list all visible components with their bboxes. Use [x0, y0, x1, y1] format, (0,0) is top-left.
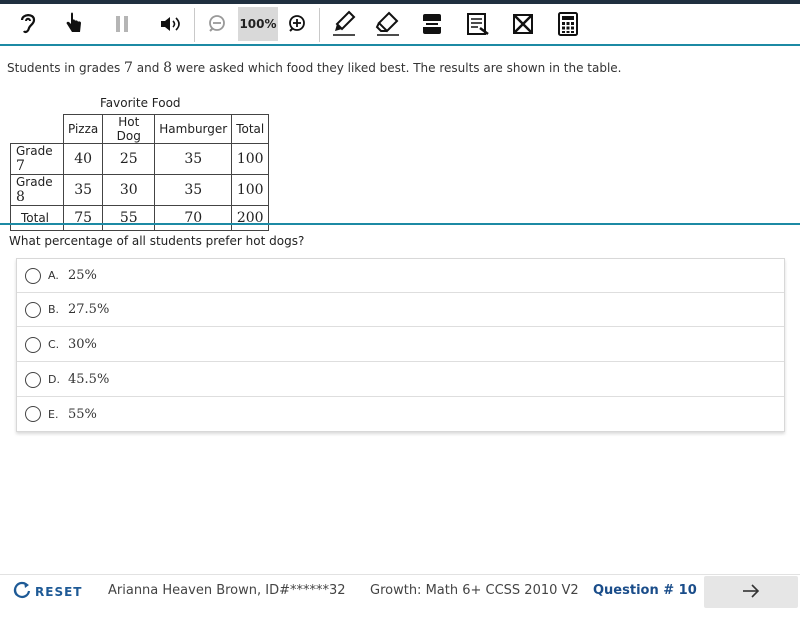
stem-text: were asked which food they liked best. T… — [172, 61, 622, 75]
choice-letter: B. — [48, 303, 60, 316]
table-row: Grade 7 40 25 35 100 — [10, 143, 270, 175]
choice-letter: C. — [48, 338, 60, 351]
next-button[interactable] — [704, 576, 798, 608]
toolbar-divider — [319, 8, 320, 42]
choice-text: 55% — [68, 406, 97, 422]
table-cell: 35 — [154, 143, 233, 175]
row-header: Total — [10, 205, 64, 231]
footer-divider — [0, 574, 800, 575]
answer-choice-d[interactable]: D. 45.5% — [17, 363, 784, 397]
table-cell: 25 — [102, 143, 156, 175]
answer-choice-a[interactable]: A. 25% — [17, 259, 784, 293]
answer-choice-e[interactable]: E. 55% — [17, 397, 784, 431]
pause-icon[interactable] — [104, 6, 140, 42]
hand-pointer-icon[interactable] — [56, 6, 92, 42]
table-cell: 100 — [231, 174, 270, 206]
answer-choice-c[interactable]: C. 30% — [17, 328, 784, 362]
reset-button[interactable]: RESET — [12, 580, 82, 604]
ear-icon[interactable] — [10, 6, 46, 42]
eraser-icon[interactable] — [370, 6, 406, 42]
favorite-food-table: Pizza Hot Dog Hamburger Total Grade 7 40… — [10, 114, 270, 231]
radio-button[interactable] — [25, 301, 41, 318]
toolbar: 100% — [0, 4, 800, 44]
choice-text: 45.5% — [68, 372, 110, 387]
choice-text: 27.5% — [68, 302, 110, 317]
eliminate-answer-icon[interactable] — [505, 6, 541, 42]
radio-button[interactable] — [25, 371, 41, 388]
column-header: Hamburger — [154, 114, 233, 144]
table-cell: 35 — [154, 174, 233, 206]
table-cell: 70 — [154, 205, 233, 231]
choice-letter: E. — [48, 407, 59, 421]
stem-divider-line — [0, 223, 800, 225]
zoom-in-icon[interactable] — [279, 6, 315, 42]
table-cell: 55 — [102, 205, 156, 231]
table-row: Grade 8 35 30 35 100 — [10, 174, 270, 206]
radio-button[interactable] — [25, 267, 41, 284]
question-number: Question # 10 — [593, 583, 697, 598]
line-reader-icon[interactable] — [414, 6, 450, 42]
table-cell: 35 — [62, 174, 104, 206]
toolbar-divider-line — [0, 44, 800, 46]
row-header: Grade 8 — [10, 174, 64, 206]
answer-choices: A. 25% B. 27.5% C. 30% D. 45.5% E. 55% — [16, 258, 785, 432]
stem-text: Students in grades — [7, 61, 125, 75]
choice-letter: D. — [48, 373, 60, 386]
table-cell: 100 — [231, 143, 270, 175]
test-name: Growth: Math 6+ CCSS 2010 V2 — [370, 583, 579, 598]
calculator-icon[interactable] — [550, 6, 586, 42]
row-header: Grade 7 — [10, 143, 64, 175]
notepad-icon[interactable] — [460, 6, 496, 42]
table-cell: 40 — [62, 143, 104, 175]
toolbar-divider — [194, 8, 195, 42]
highlighter-icon[interactable] — [326, 6, 362, 42]
choice-text: 30% — [68, 337, 97, 352]
answer-choice-b[interactable]: B. 27.5% — [17, 293, 784, 327]
table-cell: 200 — [231, 205, 270, 231]
column-header: Total — [231, 114, 270, 144]
reset-icon — [12, 580, 32, 604]
question-stem: Students in grades 7 and 8 were asked wh… — [7, 60, 622, 76]
question-prompt: What percentage of all students prefer h… — [9, 234, 305, 248]
table-cell: 75 — [62, 205, 104, 231]
table-cell: 30 — [102, 174, 156, 206]
table-row: Total 75 55 70 200 — [10, 205, 270, 231]
column-header: Hot Dog — [102, 114, 156, 144]
table-header-row: Pizza Hot Dog Hamburger Total — [11, 114, 270, 144]
speaker-icon[interactable] — [153, 6, 189, 42]
zoom-level: 100% — [238, 7, 278, 41]
choice-text: 25% — [68, 268, 97, 283]
radio-button[interactable] — [25, 336, 41, 353]
arrow-right-icon — [742, 583, 760, 602]
radio-button[interactable] — [25, 406, 41, 422]
stem-grade-b: 8 — [163, 60, 173, 76]
student-info: Arianna Heaven Brown, ID#******32 — [108, 583, 346, 598]
zoom-out-icon[interactable] — [200, 6, 236, 42]
table-caption: Favorite Food — [100, 96, 181, 110]
reset-label: RESET — [35, 585, 83, 599]
choice-letter: A. — [48, 269, 59, 282]
stem-text: and — [132, 61, 164, 75]
column-header: Pizza — [62, 114, 104, 144]
table-corner — [11, 115, 64, 144]
stem-grade-a: 7 — [124, 60, 133, 76]
